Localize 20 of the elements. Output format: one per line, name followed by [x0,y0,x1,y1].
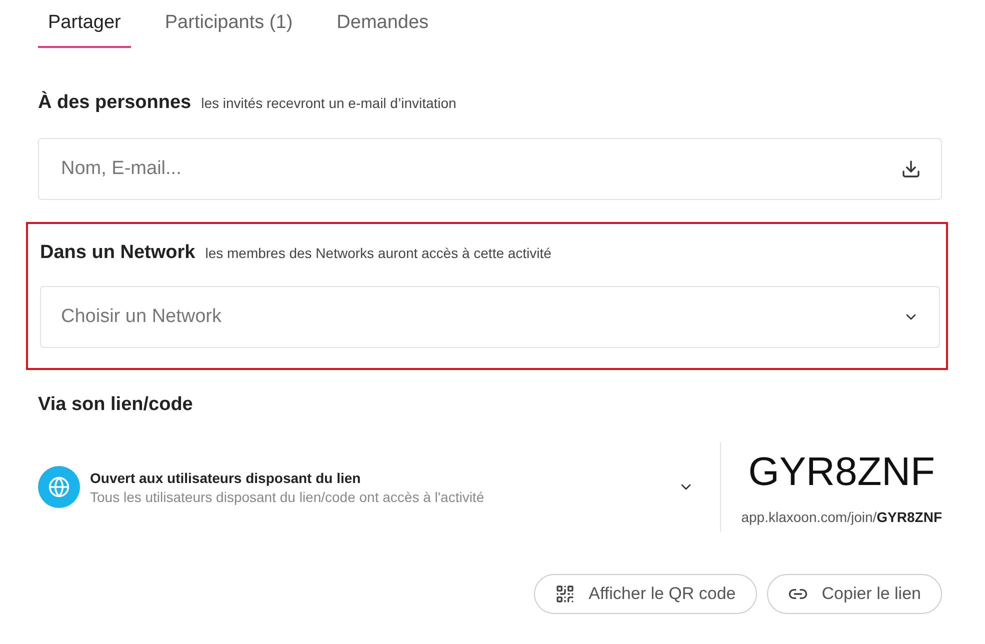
people-field[interactable]: Nom, E-mail... [38,138,942,200]
tab[interactable]: Demandes [326,12,439,48]
section-title: Via son lien/code [38,394,193,416]
tab[interactable]: Participants (1) [154,12,303,48]
section-title: À des personnes [38,92,192,114]
section-hint: les invités recevront un e-mail d’invitation [201,95,456,111]
join-code: GYR8ZNF [748,450,935,494]
access-description: Tous les utilisateurs disposant du lien/code ont accès à l'activité [90,488,486,504]
download-icon[interactable] [901,159,921,179]
qr-code-button[interactable]: Afficher le QR code [534,574,757,614]
section-title: Dans un Network [40,242,196,264]
copy-link-button[interactable]: Copier le lien [766,574,942,614]
tab[interactable]: Partager [38,12,131,48]
network-select[interactable]: Choisir un Network [40,286,940,348]
access-title: Ouvert aux utilisateurs disposant du lien [90,470,362,486]
qr-code-icon [554,584,575,604]
access-select[interactable]: Ouvert aux utilisateurs disposant du lien Tous les utilisateurs disposant du lien/code ont accès à l'activité [38,466,720,508]
join-url: app.klaxoon.com/join/GYR8ZNF [741,508,942,524]
globe-icon [38,466,80,508]
section-hint: les membres des Networks auront accès à cette activité [205,245,552,261]
